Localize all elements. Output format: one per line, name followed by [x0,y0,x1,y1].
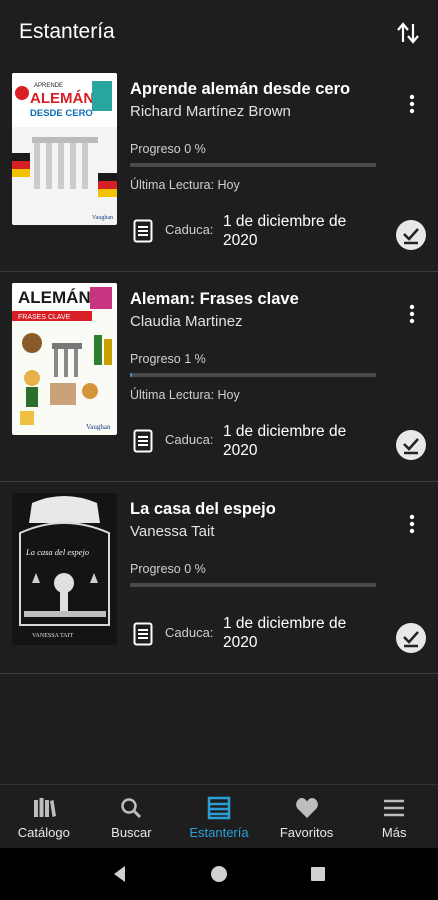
page-title: Estantería [19,20,115,43]
book-title[interactable]: La casa del espejo [130,500,276,519]
nav-label: Más [381,825,407,840]
progress-label: Progreso 0 % [130,562,206,576]
book-title[interactable]: Aleman: Frases clave [130,290,299,309]
cover-top-text: APRENDE [34,83,63,89]
system-navigation-bar [0,848,438,900]
back-icon[interactable] [110,864,130,884]
progress-label: Progreso 1 % [130,352,206,366]
last-read-label: Última Lectura: Hoy [130,178,240,192]
search-icon [121,798,142,819]
book-list: APRENDE ALEMÁN DESDE CERO Vaughan Aprend… [0,62,438,674]
progress-bar [130,373,376,377]
cover-sub-text: FRASES CLAVE [18,314,71,321]
book-item[interactable]: ALEMÁN FRASES CLAVE Vaughan Aleman: Fras… [0,272,438,482]
menu-icon [384,799,405,817]
home-icon[interactable] [209,864,229,884]
return-button[interactable] [396,220,426,250]
return-button[interactable] [396,623,426,653]
nav-item-catalogo[interactable]: Catálogo [0,785,88,848]
nav-label: Buscar [111,825,152,840]
bottom-navigation: Catálogo Buscar Estantería Favoritos Más [0,784,438,848]
cover-author-text: VANESSA TAIT [32,633,73,639]
sort-button[interactable] [392,17,424,49]
progress-fill [130,373,133,377]
nav-item-mas[interactable]: Más [350,785,438,848]
book-item[interactable]: La casa del espejo VANESSA TAIT La casa … [0,482,438,674]
last-read-label: Última Lectura: Hoy [130,388,240,402]
cover-sub-text: DESDE CERO [30,108,93,119]
app-bar: Estantería [0,0,438,66]
nav-item-favoritos[interactable]: Favoritos [263,785,351,848]
book-cover[interactable]: La casa del espejo VANESSA TAIT [12,493,117,645]
cover-big-text: ALEMÁN [30,90,94,107]
expires-date: 1 de diciembre de 2020 [223,615,347,651]
nav-item-buscar[interactable]: Buscar [88,785,176,848]
check-icon [403,438,419,455]
more-vert-icon [409,304,415,324]
cover-big-text: La casa del espejo [25,547,89,557]
progress-bar [130,583,376,587]
nav-label: Estantería [189,825,249,840]
progress-label: Progreso 0 % [130,142,206,156]
more-vert-icon [409,94,415,114]
more-vert-icon [409,514,415,534]
cover-big-text: ALEMÁN [18,288,91,307]
books-icon [33,798,56,817]
book-cover[interactable]: ALEMÁN FRASES CLAVE Vaughan [12,283,117,435]
cover-publisher: Vaughan [86,423,111,431]
cover-publisher: Vaughan [92,215,113,221]
book-author: Richard Martínez Brown [130,103,291,120]
document-icon [133,219,153,243]
shelf-icon [207,796,231,820]
book-cover[interactable]: APRENDE ALEMÁN DESDE CERO Vaughan [12,73,117,225]
sort-arrows-icon [397,22,419,44]
nav-item-estanteria[interactable]: Estantería [175,785,263,848]
check-icon [403,631,419,648]
recents-icon[interactable] [308,864,328,884]
more-options-button[interactable] [402,512,422,536]
book-author: Vanessa Tait [130,523,215,540]
more-options-button[interactable] [402,302,422,326]
expires-date: 1 de diciembre de 2020 [223,423,347,459]
expires-label: Caduca: [165,222,214,237]
expires-label: Caduca: [165,625,214,640]
document-icon [133,429,153,453]
book-title[interactable]: Aprende alemán desde cero [130,80,350,99]
document-icon [133,622,153,646]
book-author: Claudia Martinez [130,313,243,330]
nav-label: Favoritos [279,825,334,840]
more-options-button[interactable] [402,92,422,116]
nav-label: Catálogo [17,825,70,840]
expires-label: Caduca: [165,432,214,447]
return-button[interactable] [396,430,426,460]
progress-bar [130,163,376,167]
heart-icon [295,798,318,818]
book-item[interactable]: APRENDE ALEMÁN DESDE CERO Vaughan Aprend… [0,62,438,272]
expires-date: 1 de diciembre de 2020 [223,213,347,249]
check-icon [403,228,419,245]
